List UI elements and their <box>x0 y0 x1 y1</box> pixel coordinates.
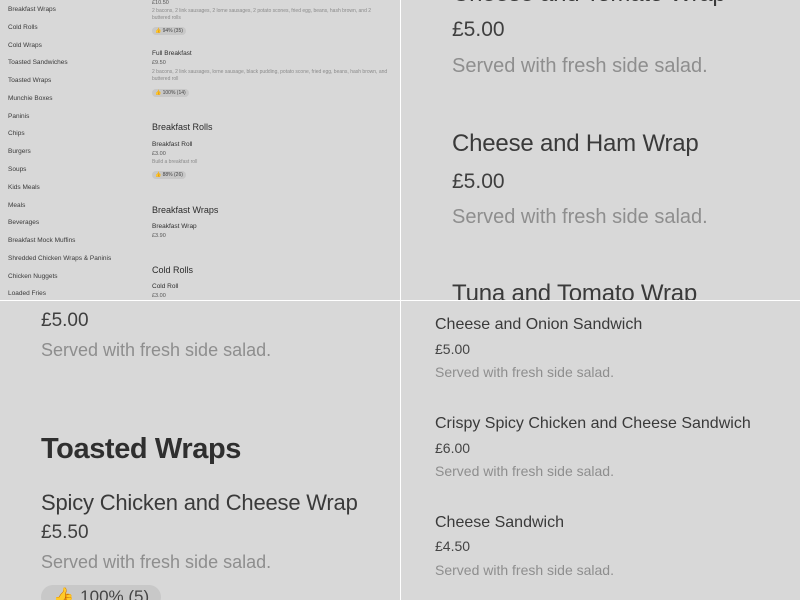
rating-badge: 👍 100% (14) <box>152 89 189 97</box>
rating-text: 100% (14) <box>162 90 186 96</box>
sidebar-item-meals[interactable]: Meals <box>8 202 25 209</box>
item-price: £4.50 <box>435 538 471 554</box>
item-description: Served with fresh side salad. <box>41 552 272 572</box>
zoomed-menu-pane: Cheese and Tomato Wrap £5.00 Served with… <box>401 0 800 300</box>
thumbs-up-icon: 👍 <box>53 587 75 600</box>
item-title[interactable]: Full Breakfast <box>152 50 192 57</box>
section-heading: Toasted Wraps <box>41 433 241 465</box>
item-title[interactable]: Crispy Spicy Chicken and Cheese Sandwich <box>435 415 751 433</box>
rating-badge: 👍 94% (35) <box>152 27 186 35</box>
sidebar-item-paninis[interactable]: Paninis <box>8 113 29 120</box>
item-description: Served with fresh side salad. <box>435 562 614 578</box>
item-price: £9.50 <box>152 60 166 66</box>
overview-pane: Breakfast Wraps Cold Rolls Cold Wraps To… <box>0 0 400 300</box>
item-description: Build a breakfast roll <box>152 159 198 165</box>
item-title[interactable]: Cheese and Ham Wrap <box>452 130 699 158</box>
item-price: £3.90 <box>152 233 166 239</box>
rating-text: 100% (5) <box>80 587 150 600</box>
item-price: £10.50 <box>152 0 169 6</box>
item-description: Served with fresh side salad. <box>41 340 272 360</box>
rating-badge: 👍 88% (26) <box>152 171 186 179</box>
rating-text: 88% (26) <box>162 172 183 178</box>
item-description: Served with fresh side salad. <box>435 364 614 380</box>
item-title[interactable]: Tuna and Tomato Wrap <box>452 280 697 300</box>
item-description: Served with fresh side salad. <box>435 463 614 479</box>
sidebar-item-kids-meals[interactable]: Kids Meals <box>8 184 40 191</box>
section-heading: Cold Rolls <box>152 265 194 275</box>
sidebar-item-toasted-sandwiches[interactable]: Toasted Sandwiches <box>8 59 68 66</box>
item-title[interactable]: Cold Roll <box>152 283 178 290</box>
sidebar-item-soups[interactable]: Soups <box>8 166 26 173</box>
sidebar-item-loaded-fries[interactable]: Loaded Fries <box>8 290 46 297</box>
item-title[interactable]: Cheese and Tomato Wrap <box>452 0 726 8</box>
zoomed-sandwiches-pane: Cheese and Onion Sandwich £5.00 Served w… <box>401 301 800 600</box>
zoomed-toasted-wraps-pane: £5.00 Served with fresh side salad. Toas… <box>0 301 400 600</box>
item-title[interactable]: Breakfast Wrap <box>152 223 197 230</box>
item-description: 2 bacons, 2 link sausages, lorne sausage… <box>152 69 388 82</box>
sidebar-item-beverages[interactable]: Beverages <box>8 219 39 226</box>
item-price: £5.00 <box>435 341 471 357</box>
item-price: £5.00 <box>452 170 505 193</box>
rating-badge: 👍 100% (5) <box>41 585 162 600</box>
item-price: £3.00 <box>152 151 166 157</box>
sidebar-item-shredded-chicken-wraps-paninis[interactable]: Shredded Chicken Wraps & Paninis <box>8 255 111 262</box>
sidebar-item-munchie-boxes[interactable]: Munchie Boxes <box>8 95 52 102</box>
item-description: Served with fresh side salad. <box>452 206 708 228</box>
sidebar-item-burgers[interactable]: Burgers <box>8 148 31 155</box>
item-price: £5.00 <box>452 18 505 41</box>
item-title[interactable]: Breakfast Roll <box>152 141 192 148</box>
sidebar-item-chicken-nuggets[interactable]: Chicken Nuggets <box>8 273 58 280</box>
item-title[interactable]: Cheese and Onion Sandwich <box>435 316 642 334</box>
item-price: £5.50 <box>41 522 89 543</box>
item-title[interactable]: Cheese Sandwich <box>435 514 564 532</box>
sidebar-item-cold-wraps[interactable]: Cold Wraps <box>8 42 42 49</box>
item-description: Served with fresh side salad. <box>452 55 708 77</box>
sidebar-item-toasted-wraps[interactable]: Toasted Wraps <box>8 77 51 84</box>
section-heading: Breakfast Wraps <box>152 205 219 215</box>
item-price: £3.00 <box>152 293 166 299</box>
section-heading: Breakfast Rolls <box>152 122 213 132</box>
sidebar-item-breakfast-mock-muffins[interactable]: Breakfast Mock Muffins <box>8 237 75 244</box>
thumbs-up-icon: 👍 <box>155 28 162 34</box>
sidebar-item-chips[interactable]: Chips <box>8 130 25 137</box>
thumbs-up-icon: 👍 <box>155 90 162 96</box>
item-price: £5.00 <box>41 310 89 331</box>
item-price: £6.00 <box>435 440 471 456</box>
thumbs-up-icon: 👍 <box>155 172 162 178</box>
sidebar-item-breakfast-wraps[interactable]: Breakfast Wraps <box>8 6 56 13</box>
item-title[interactable]: Spicy Chicken and Cheese Wrap <box>41 490 358 516</box>
rating-text: 94% (35) <box>162 28 183 34</box>
item-description: 2 bacons, 2 link sausages, 2 lorne sausa… <box>152 8 372 21</box>
sidebar-item-cold-rolls[interactable]: Cold Rolls <box>8 24 38 31</box>
